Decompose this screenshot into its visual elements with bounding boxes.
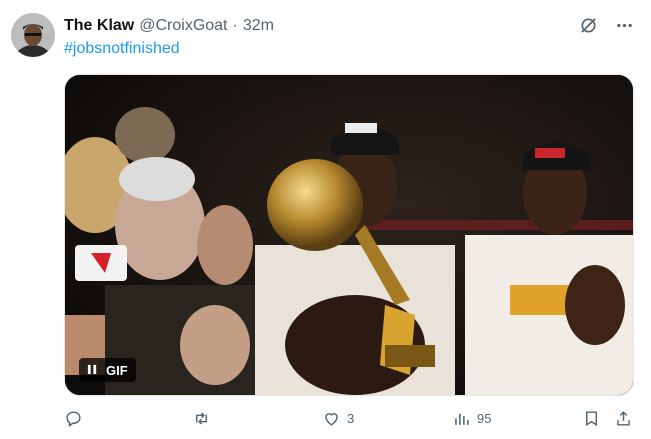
- heart-icon: [325, 413, 338, 426]
- like-button[interactable]: 3: [322, 409, 354, 428]
- top-right-actions: [577, 14, 635, 36]
- retweet-button[interactable]: [192, 409, 217, 428]
- pause-icon[interactable]: [87, 363, 98, 378]
- like-count: 3: [347, 411, 355, 426]
- grok-icon[interactable]: [577, 14, 599, 36]
- views-icon: [455, 413, 469, 425]
- separator: ·: [232, 17, 238, 34]
- retweet-icon: [196, 412, 207, 425]
- timestamp[interactable]: 32m: [243, 17, 274, 35]
- gif-badge[interactable]: GIF: [79, 358, 136, 382]
- gif-frame-image: [65, 75, 633, 395]
- share-icon: [617, 411, 630, 426]
- avatar[interactable]: [11, 13, 55, 57]
- handle[interactable]: @CroixGoat: [139, 17, 227, 35]
- bookmark-button[interactable]: [582, 409, 601, 428]
- tweet-actions: 3 95: [64, 409, 644, 433]
- gif-label: GIF: [106, 362, 128, 378]
- hashtag-link[interactable]: #jobsnotfinished: [64, 40, 180, 58]
- bookmark-icon: [586, 411, 597, 427]
- view-count: 95: [477, 411, 492, 426]
- tweet-header: The Klaw @CroixGoat · 32m: [64, 15, 274, 37]
- more-icon[interactable]: [613, 14, 635, 36]
- views-button[interactable]: 95: [452, 409, 491, 428]
- reply-button[interactable]: [64, 409, 89, 428]
- display-name[interactable]: The Klaw: [64, 17, 134, 35]
- share-button[interactable]: [614, 409, 633, 428]
- gif-media[interactable]: GIF: [64, 74, 634, 396]
- reply-icon: [66, 411, 81, 428]
